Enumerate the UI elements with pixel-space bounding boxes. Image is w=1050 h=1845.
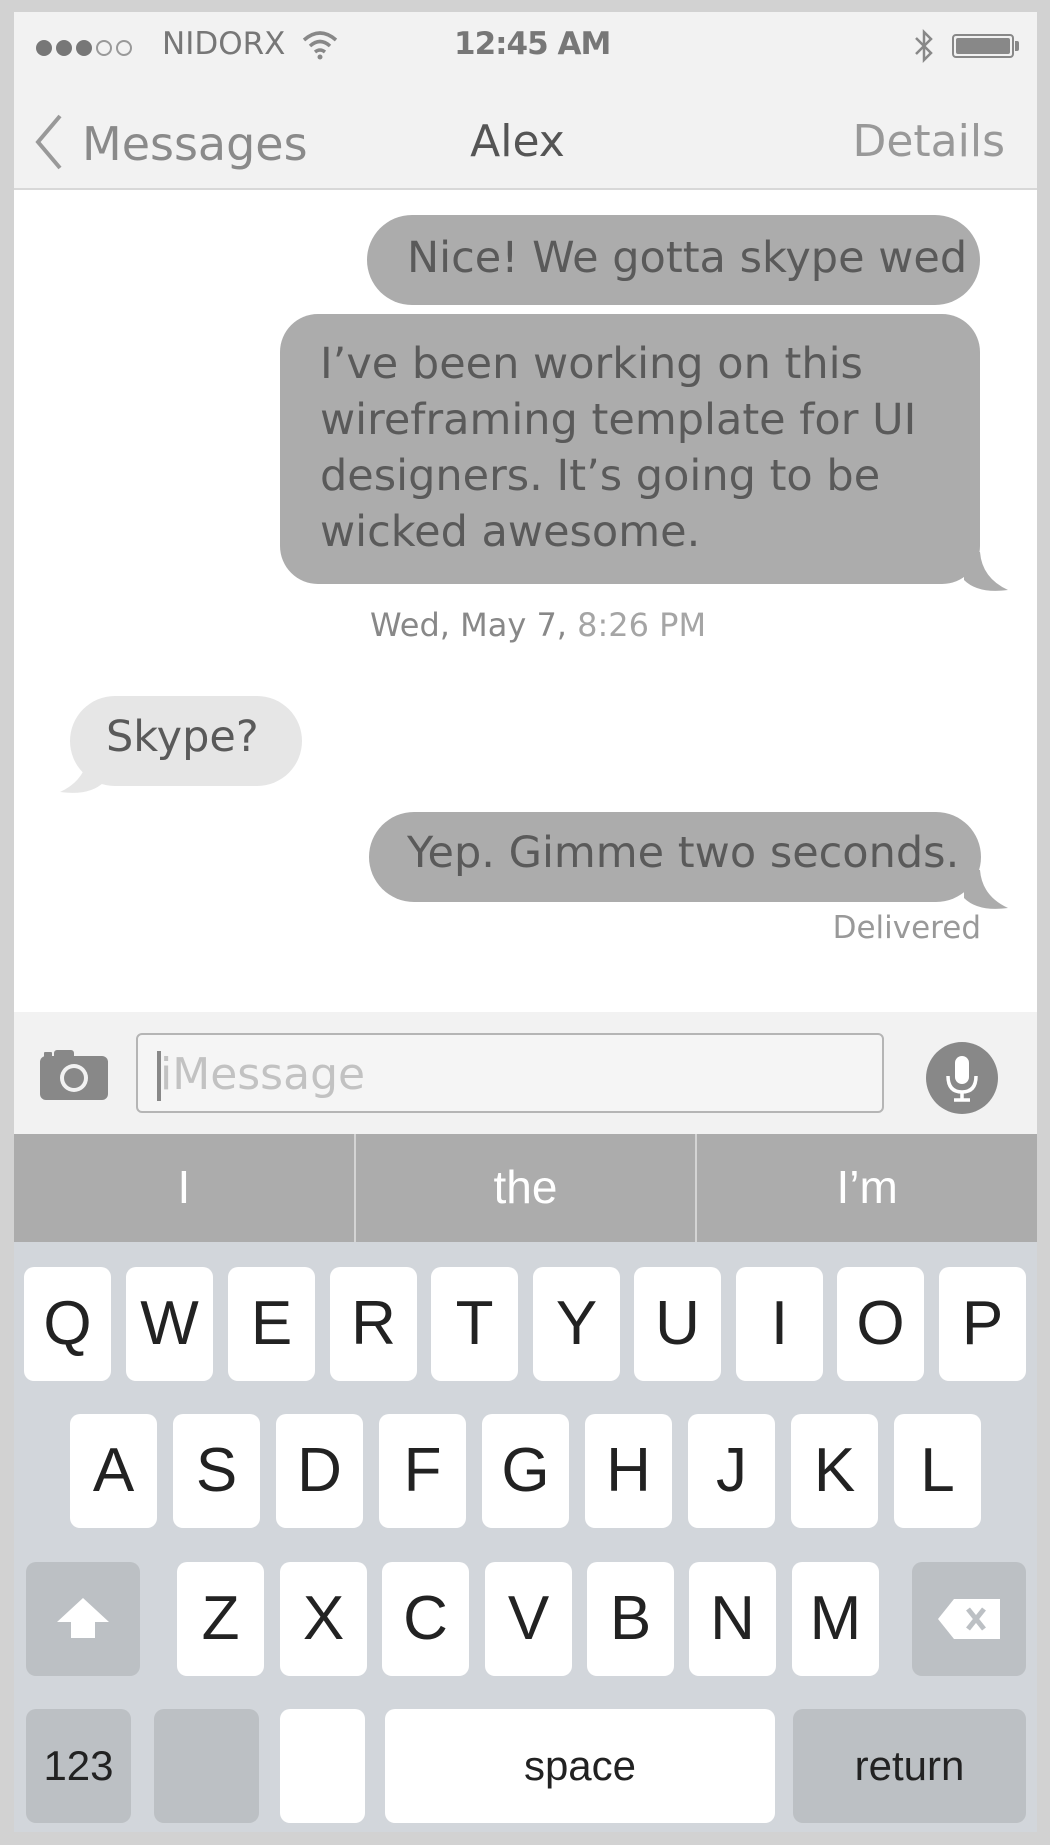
predictive-text-bar: I the I’m	[14, 1134, 1037, 1242]
key-f[interactable]: F	[379, 1414, 466, 1528]
key-v[interactable]: V	[485, 1562, 572, 1676]
key-h[interactable]: H	[585, 1414, 672, 1528]
key-o[interactable]: O	[837, 1267, 924, 1381]
microphone-button[interactable]	[926, 1042, 998, 1114]
key-m[interactable]: M	[792, 1562, 879, 1676]
imessage-field[interactable]	[136, 1033, 884, 1113]
prediction-suggestion[interactable]: the	[353, 1134, 696, 1242]
key-i[interactable]: I	[736, 1267, 823, 1381]
prediction-suggestion[interactable]: I’m	[695, 1134, 1037, 1242]
status-bar: NIDORX 12:45 AM	[14, 12, 1037, 90]
return-key[interactable]: return	[793, 1709, 1026, 1823]
backspace-icon	[938, 1599, 1000, 1639]
numbers-key[interactable]: 123	[26, 1709, 131, 1823]
message-bubble-outgoing: I’ve been working on this wireframing te…	[280, 314, 980, 584]
key-k[interactable]: K	[791, 1414, 878, 1528]
message-bubble-outgoing: Yep. Gimme two seconds.	[369, 812, 981, 902]
key-a[interactable]: A	[70, 1414, 157, 1528]
key-b[interactable]: B	[587, 1562, 674, 1676]
key-z[interactable]: Z	[177, 1562, 264, 1676]
camera-icon[interactable]	[40, 1048, 108, 1104]
key-g[interactable]: G	[482, 1414, 569, 1528]
phone-screen: NIDORX 12:45 AM Messages Alex Details Ni…	[14, 12, 1037, 1832]
key-q[interactable]: Q	[24, 1267, 111, 1381]
bubble-tail	[964, 870, 1008, 909]
navigation-bar: Messages Alex Details	[14, 90, 1037, 190]
key-t[interactable]: T	[431, 1267, 518, 1381]
text-cursor	[157, 1051, 161, 1101]
carrier-name: NIDORX	[162, 26, 286, 62]
status-time: 12:45 AM	[454, 26, 611, 62]
key-w[interactable]: W	[126, 1267, 213, 1381]
key-x[interactable]: X	[280, 1562, 367, 1676]
key-s[interactable]: S	[173, 1414, 260, 1528]
message-bubble-outgoing: Nice! We gotta skype wed	[367, 215, 980, 305]
globe-key[interactable]	[154, 1709, 259, 1823]
timestamp-date: Wed, May 7,	[370, 606, 567, 644]
bubble-tail	[60, 754, 104, 793]
key-p[interactable]: P	[939, 1267, 1026, 1381]
bubble-tail	[964, 552, 1008, 591]
message-timestamp: Wed, May 7, 8:26 PM	[370, 606, 706, 644]
bluetooth-icon	[912, 28, 936, 68]
keyboard: Q W E R T Y U I O P A S D F G H J K L Z …	[14, 1242, 1037, 1832]
signal-strength-icon	[36, 40, 132, 56]
key-l[interactable]: L	[894, 1414, 981, 1528]
details-button[interactable]: Details	[852, 116, 1005, 167]
key-r[interactable]: R	[330, 1267, 417, 1381]
shift-key[interactable]	[26, 1562, 140, 1676]
prediction-suggestion[interactable]: I	[14, 1134, 354, 1242]
delivery-status: Delivered	[832, 910, 981, 946]
timestamp-time: 8:26 PM	[577, 606, 707, 644]
message-input[interactable]	[160, 1049, 860, 1100]
key-j[interactable]: J	[688, 1414, 775, 1528]
dictation-key[interactable]	[280, 1709, 365, 1823]
microphone-icon	[946, 1056, 978, 1102]
key-u[interactable]: U	[634, 1267, 721, 1381]
key-c[interactable]: C	[382, 1562, 469, 1676]
delete-key[interactable]	[912, 1562, 1026, 1676]
shift-arrow-icon	[57, 1598, 109, 1638]
message-bubble-incoming: Skype?	[70, 696, 302, 786]
key-n[interactable]: N	[689, 1562, 776, 1676]
key-d[interactable]: D	[276, 1414, 363, 1528]
battery-cap	[1015, 41, 1019, 51]
wifi-icon	[302, 30, 338, 64]
message-input-bar	[14, 1012, 1037, 1134]
key-e[interactable]: E	[228, 1267, 315, 1381]
space-key[interactable]: space	[385, 1709, 775, 1823]
battery-icon	[952, 34, 1014, 58]
key-y[interactable]: Y	[533, 1267, 620, 1381]
